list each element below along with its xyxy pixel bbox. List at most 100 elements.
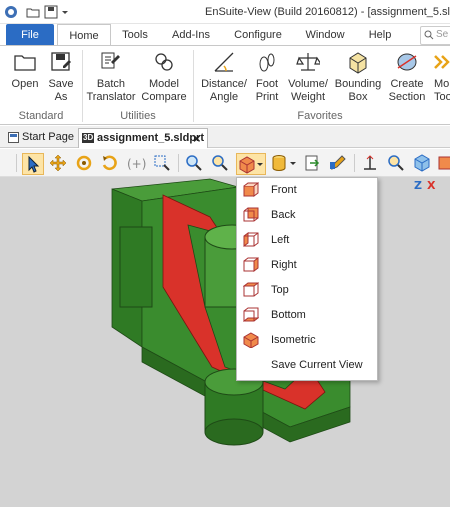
menu-item-save-current-view[interactable]: Save Current View	[237, 353, 377, 378]
ribbon-panel: Open Save As Standard Batch Translator Mod…	[0, 45, 450, 125]
open-button[interactable]: Open	[4, 48, 46, 108]
create-section-icon	[397, 53, 417, 71]
app-logo-icon	[5, 6, 17, 18]
tab-file[interactable]: File	[6, 24, 54, 46]
cube-isometric-icon	[243, 332, 259, 348]
tab-configure[interactable]: Configure	[226, 24, 290, 46]
search-icon	[424, 30, 434, 40]
menu-item-isometric[interactable]: Isometric	[237, 328, 377, 353]
title-bar: EnSuite-View (Build 20160812) - [assignm…	[0, 0, 450, 24]
markup-icon[interactable]	[328, 153, 348, 173]
volume-weight-label-2: Weight	[290, 91, 326, 103]
svg-text:Z: Z	[414, 179, 422, 191]
zoom-in-icon[interactable]	[184, 153, 204, 173]
settings-icon[interactable]	[436, 153, 450, 173]
double-chevron-icon	[434, 55, 450, 69]
volume-weight-label-1: Volume/	[288, 78, 328, 90]
menu-item-label: Save Current View	[271, 359, 363, 371]
close-tab-icon[interactable]: ×	[193, 129, 201, 148]
group-separator	[193, 50, 194, 122]
batch-translator-button[interactable]: Batch Translator	[86, 48, 136, 108]
start-page-label: Start Page	[22, 131, 74, 143]
display-style-dropdown-icon[interactable]	[270, 153, 298, 173]
distance-angle-label-2: Angle	[209, 91, 239, 103]
foot-print-label-2: Print	[255, 91, 279, 103]
rotate-icon[interactable]	[74, 153, 94, 173]
3d-viewport[interactable]: Z X	[0, 177, 450, 507]
more-tools-button[interactable]: Mo Too	[430, 48, 450, 108]
foot-print-icon	[259, 53, 275, 72]
menu-item-back[interactable]: Back	[237, 203, 377, 228]
group-separator	[82, 50, 83, 122]
bounding-box-button[interactable]: Bounding Box	[334, 48, 382, 108]
create-section-button[interactable]: Create Section	[384, 48, 430, 108]
view-toolbar: (+)	[0, 149, 450, 177]
batch-translator-label-1: Batch	[96, 78, 126, 90]
menu-item-right[interactable]: Right	[237, 253, 377, 278]
save-icon[interactable]	[44, 5, 58, 19]
group-label-standard: Standard	[18, 110, 64, 122]
menu-item-bottom[interactable]: Bottom	[237, 303, 377, 328]
standard-views-dropdown-icon[interactable]	[236, 153, 266, 175]
tab-window[interactable]: Window	[298, 24, 352, 46]
model-compare-label-2: Compare	[141, 91, 187, 103]
volume-weight-button[interactable]: Volume/Weight	[286, 48, 330, 108]
axis-triad-icon: Z X	[414, 179, 436, 191]
svg-text:X: X	[427, 179, 436, 191]
menu-item-top[interactable]: Top	[237, 278, 377, 303]
cube-back-icon	[243, 207, 259, 222]
zoom-area-icon[interactable]	[152, 153, 172, 173]
tab-tools[interactable]: Tools	[113, 24, 157, 46]
document-tab-bar: Start Page 3D assignment_5.sldprt ×	[0, 126, 450, 148]
scale-icon	[296, 53, 320, 71]
svg-text:(+): (+)	[127, 157, 146, 171]
toolbar-separator	[354, 154, 355, 172]
bounding-box-label-1: Bounding	[334, 78, 382, 90]
search-input[interactable]: Se	[420, 26, 450, 45]
model-compare-icon	[155, 53, 173, 71]
pan-icon[interactable]	[48, 153, 68, 173]
3d-box-icon[interactable]	[412, 153, 432, 173]
menu-item-label: Front	[271, 184, 297, 196]
bounding-box-icon	[349, 52, 367, 74]
group-label-utilities: Utilities	[120, 110, 156, 122]
3d-model-render	[111, 178, 351, 446]
bounding-box-label-2: Box	[348, 91, 368, 103]
menu-item-front[interactable]: Front	[237, 178, 377, 203]
save-as-icon	[51, 52, 71, 71]
foot-print-button[interactable]: Foot Print	[248, 48, 286, 108]
tab-start-page[interactable]: Start Page	[4, 128, 76, 147]
toolbar-separator	[178, 154, 179, 172]
tab-add-ins[interactable]: Add-Ins	[165, 24, 217, 46]
quick-access-dropdown-icon[interactable]	[60, 5, 70, 19]
open-folder-icon[interactable]	[26, 5, 40, 19]
group-label-favorites: Favorites	[297, 110, 343, 122]
menu-item-label: Bottom	[271, 309, 306, 321]
batch-translator-label-2: Translator	[86, 91, 136, 103]
tab-assignment-5[interactable]: 3D assignment_5.sldprt ×	[78, 128, 208, 148]
find-icon[interactable]	[386, 153, 406, 173]
model-compare-button[interactable]: Model Compare	[138, 48, 190, 108]
select-arrow-icon[interactable]	[22, 153, 44, 175]
folder-icon	[14, 55, 36, 71]
save-as-label-2: As	[54, 91, 68, 103]
spin-icon[interactable]	[100, 153, 120, 173]
tab-help[interactable]: Help	[360, 24, 400, 46]
active-document-label: assignment_5.sldprt	[97, 132, 204, 144]
window-title: EnSuite-View (Build 20160812) - [assignm…	[205, 6, 450, 18]
toolbar-separator	[16, 154, 17, 172]
batch-translator-icon	[101, 52, 120, 69]
cube-right-icon	[243, 257, 259, 272]
more-tools-label-2: Too	[434, 91, 450, 103]
distance-angle-button[interactable]: Distance/Angle	[199, 48, 249, 108]
menu-item-label: Top	[271, 284, 289, 296]
zoom-fit-icon[interactable]: (+)	[126, 153, 146, 173]
zoom-selection-icon[interactable]	[210, 153, 230, 173]
menu-item-left[interactable]: Left	[237, 228, 377, 253]
cube-bottom-icon	[243, 307, 259, 322]
save-as-button[interactable]: Save As	[44, 48, 78, 108]
export-icon[interactable]	[302, 153, 322, 173]
menu-item-label: Isometric	[271, 334, 316, 346]
measure-icon[interactable]	[360, 153, 380, 173]
distance-angle-icon	[214, 52, 234, 72]
